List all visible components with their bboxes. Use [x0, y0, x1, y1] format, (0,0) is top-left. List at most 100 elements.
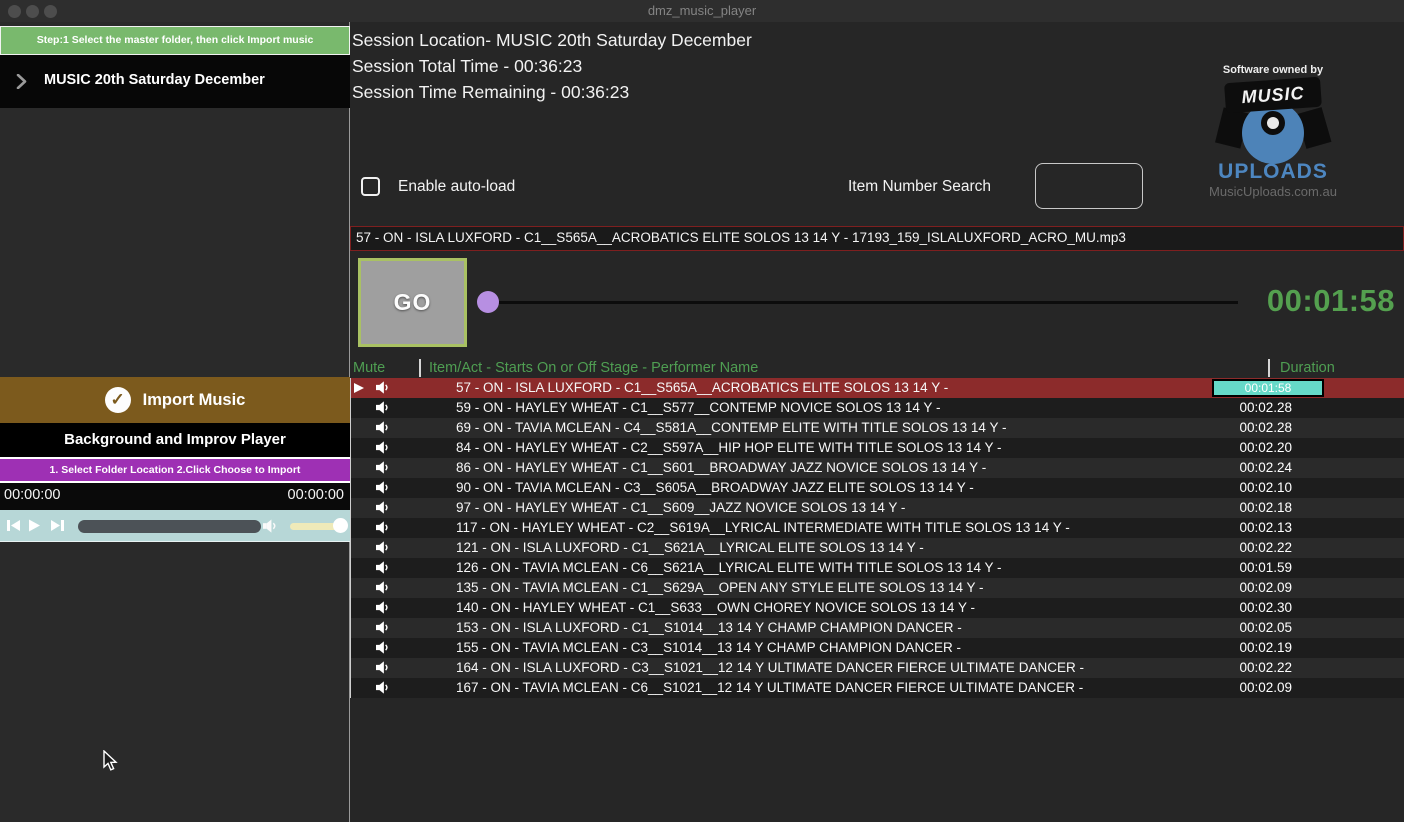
speaker-icon[interactable]	[376, 641, 390, 659]
track-title: 84 - ON - HAYLEY WHEAT - C2__S597A__HIP …	[456, 440, 1002, 455]
track-duration: 00:02.28	[1239, 400, 1292, 415]
now-playing-bar: 57 - ON - ISLA LUXFORD - C1__S565A__ACRO…	[350, 226, 1404, 251]
speaker-icon[interactable]	[376, 441, 390, 459]
track-duration: 00:02.13	[1239, 520, 1292, 535]
track-title: 97 - ON - HAYLEY WHEAT - C1__S609__JAZZ …	[456, 500, 906, 515]
seek-slider-track[interactable]	[478, 301, 1238, 304]
track-title: 59 - ON - HAYLEY WHEAT - C1__S577__CONTE…	[456, 400, 941, 415]
import-music-button[interactable]: ✓ Import Music	[0, 377, 350, 423]
volume-icon[interactable]	[263, 519, 278, 538]
previous-track-icon[interactable]	[6, 519, 21, 537]
track-title: 167 - ON - TAVIA MCLEAN - C6__S1021__12 …	[456, 680, 1084, 695]
item-number-search-input[interactable]	[1035, 163, 1143, 209]
speaker-icon[interactable]	[376, 561, 390, 579]
sidebar: Step:1 Select the master folder, then cl…	[0, 22, 350, 822]
logo-website: MusicUploads.com.au	[1209, 184, 1337, 199]
header-item-act: Item/Act - Starts On or Off Stage - Perf…	[429, 360, 759, 376]
session-info: Session Location- MUSIC 20th Saturday De…	[352, 27, 752, 105]
play-indicator-icon	[354, 383, 364, 393]
track-title: 135 - ON - TAVIA MCLEAN - C1__S629A__OPE…	[456, 580, 984, 595]
track-title: 90 - ON - TAVIA MCLEAN - C3__S605A__BROA…	[456, 480, 974, 495]
track-duration: 00:02.22	[1239, 540, 1292, 555]
track-duration: 00:02.09	[1239, 580, 1292, 595]
speaker-icon[interactable]	[376, 621, 390, 639]
header-divider	[1268, 359, 1270, 377]
speaker-icon[interactable]	[376, 421, 390, 439]
speaker-icon[interactable]	[376, 401, 390, 419]
folder-tree: MUSIC 20th Saturday December	[0, 55, 350, 108]
mouse-cursor-icon	[103, 749, 118, 776]
track-title: 153 - ON - ISLA LUXFORD - C1__S1014__13 …	[456, 620, 962, 635]
session-total-time: Session Total Time - 00:36:23	[352, 56, 583, 76]
track-row[interactable]: 90 - ON - TAVIA MCLEAN - C3__S605A__BROA…	[351, 478, 1404, 498]
speaker-icon[interactable]	[376, 461, 390, 479]
track-row[interactable]: 153 - ON - ISLA LUXFORD - C1__S1014__13 …	[351, 618, 1404, 638]
track-title: 117 - ON - HAYLEY WHEAT - C2__S619A__LYR…	[456, 520, 1070, 535]
speaker-icon[interactable]	[376, 481, 390, 499]
chevron-right-icon[interactable]	[16, 73, 27, 94]
go-button[interactable]: GO	[358, 258, 467, 347]
track-list: 57 - ON - ISLA LUXFORD - C1__S565A__ACRO…	[350, 378, 1404, 698]
track-duration: 00:02.09	[1239, 680, 1292, 695]
volume-slider-thumb[interactable]	[333, 518, 348, 533]
current-track-timer: 00:01:58	[1266, 283, 1395, 318]
header-mute: Mute	[353, 360, 386, 376]
speaker-icon[interactable]	[376, 501, 390, 519]
session-location: Session Location- MUSIC 20th Saturday De…	[352, 30, 752, 50]
track-duration: 00:02.30	[1239, 600, 1292, 615]
player-times: 00:00:00 00:00:00	[0, 483, 350, 510]
logo-music-text: MUSIC	[1224, 76, 1322, 114]
play-icon[interactable]	[28, 519, 41, 537]
app-window: dmz_music_player Step:1 Select the maste…	[0, 0, 1404, 822]
track-row[interactable]: 167 - ON - TAVIA MCLEAN - C6__S1021__12 …	[351, 678, 1404, 698]
session-time-remaining: Session Time Remaining - 00:36:23	[352, 82, 630, 102]
track-duration: 00:01:58	[1212, 379, 1324, 397]
track-duration: 00:02.18	[1239, 500, 1292, 515]
main-panel: Session Location- MUSIC 20th Saturday De…	[350, 22, 1404, 822]
speaker-icon[interactable]	[376, 521, 390, 539]
track-title: 155 - ON - TAVIA MCLEAN - C3__S1014__13 …	[456, 640, 961, 655]
track-title: 164 - ON - ISLA LUXFORD - C3__S1021__12 …	[456, 660, 1084, 675]
enable-autoload-checkbox[interactable]	[361, 177, 380, 196]
seek-slider-thumb[interactable]	[477, 291, 499, 313]
speaker-icon[interactable]	[376, 681, 390, 699]
header-duration: Duration	[1280, 360, 1335, 376]
track-row[interactable]: 57 - ON - ISLA LUXFORD - C1__S565A__ACRO…	[351, 378, 1404, 398]
check-icon: ✓	[104, 387, 131, 413]
mini-player-bar	[0, 510, 350, 542]
next-track-icon[interactable]	[50, 519, 65, 537]
track-row[interactable]: 126 - ON - TAVIA MCLEAN - C6__S621A__LYR…	[351, 558, 1404, 578]
speaker-icon[interactable]	[376, 541, 390, 559]
mini-player-progress-bar[interactable]	[78, 520, 261, 533]
track-row[interactable]: 84 - ON - HAYLEY WHEAT - C2__S597A__HIP …	[351, 438, 1404, 458]
track-row[interactable]: 121 - ON - ISLA LUXFORD - C1__S621A__LYR…	[351, 538, 1404, 558]
header-divider	[419, 359, 421, 377]
speaker-icon[interactable]	[376, 601, 390, 619]
track-duration: 00:02.19	[1239, 640, 1292, 655]
track-list-header: Mute Item/Act - Starts On or Off Stage -…	[350, 359, 1404, 378]
track-row[interactable]: 135 - ON - TAVIA MCLEAN - C1__S629A__OPE…	[351, 578, 1404, 598]
track-row[interactable]: 140 - ON - HAYLEY WHEAT - C1__S633__OWN …	[351, 598, 1404, 618]
elapsed-time: 00:00:00	[4, 487, 61, 503]
speaker-icon[interactable]	[376, 581, 390, 599]
title-bar: dmz_music_player	[0, 0, 1404, 22]
track-duration: 00:02.10	[1239, 480, 1292, 495]
item-number-search-label: Item Number Search	[848, 178, 991, 195]
track-row[interactable]: 86 - ON - HAYLEY WHEAT - C1__S601__BROAD…	[351, 458, 1404, 478]
folder-tree-item[interactable]: MUSIC 20th Saturday December	[44, 72, 265, 88]
track-row[interactable]: 155 - ON - TAVIA MCLEAN - C3__S1014__13 …	[351, 638, 1404, 658]
track-duration: 00:02.05	[1239, 620, 1292, 635]
speaker-icon[interactable]	[376, 381, 390, 399]
background-player-title: Background and Improv Player	[0, 423, 350, 457]
total-time: 00:00:00	[287, 487, 344, 503]
track-row[interactable]: 164 - ON - ISLA LUXFORD - C3__S1021__12 …	[351, 658, 1404, 678]
track-title: 140 - ON - HAYLEY WHEAT - C1__S633__OWN …	[456, 600, 975, 615]
track-row[interactable]: 59 - ON - HAYLEY WHEAT - C1__S577__CONTE…	[351, 398, 1404, 418]
track-duration: 00:02.28	[1239, 420, 1292, 435]
music-uploads-logo: MUSIC	[1213, 76, 1333, 172]
track-row[interactable]: 117 - ON - HAYLEY WHEAT - C2__S619A__LYR…	[351, 518, 1404, 538]
speaker-icon[interactable]	[376, 661, 390, 679]
track-row[interactable]: 69 - ON - TAVIA MCLEAN - C4__S581A__CONT…	[351, 418, 1404, 438]
track-title: 126 - ON - TAVIA MCLEAN - C6__S621A__LYR…	[456, 560, 1002, 575]
track-row[interactable]: 97 - ON - HAYLEY WHEAT - C1__S609__JAZZ …	[351, 498, 1404, 518]
